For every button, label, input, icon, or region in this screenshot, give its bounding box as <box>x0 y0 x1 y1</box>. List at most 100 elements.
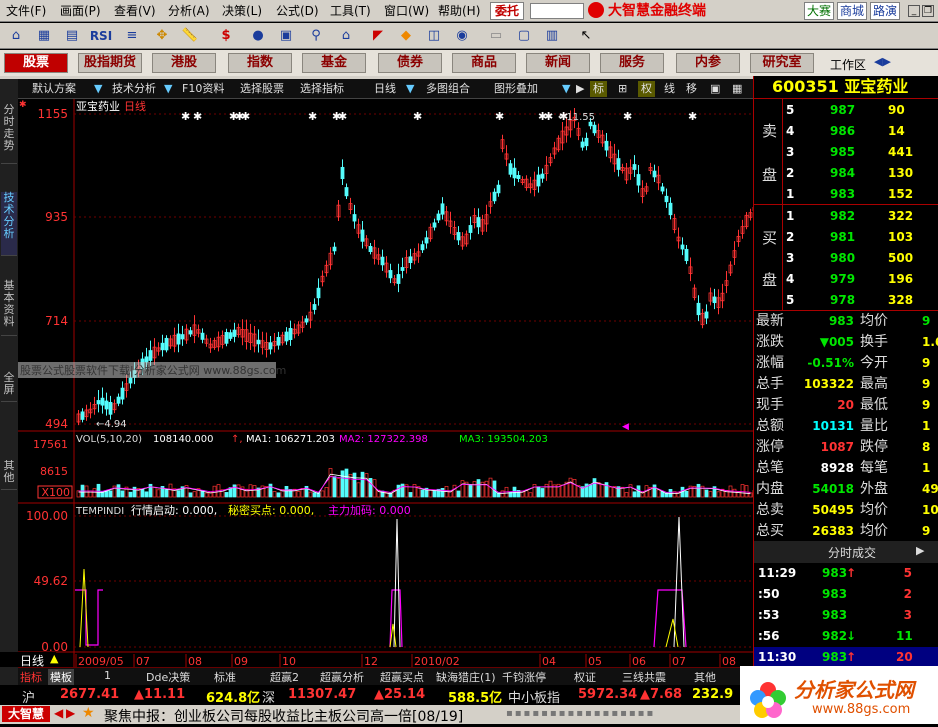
date-label: 09 <box>234 655 248 667</box>
diamond-icon[interactable]: ◆ <box>396 26 416 46</box>
binocular-icon[interactable]: ⚲ <box>306 26 326 46</box>
period-badge[interactable]: 日线 ▲ <box>0 652 58 668</box>
dropdown-icon[interactable]: ▼ <box>94 81 102 97</box>
tab-1[interactable]: 1 <box>104 669 111 682</box>
tab-roadshow[interactable]: 路演 <box>870 2 900 20</box>
menu-view-page[interactable]: 画面(P) <box>60 3 101 19</box>
indicator-icon[interactable]: ≡ <box>122 26 142 46</box>
scroll-right-icon[interactable]: ▶ <box>66 706 75 720</box>
menu-view[interactable]: 查看(V) <box>114 3 156 19</box>
side-tab-fundamentals[interactable]: 基本资料 <box>1 280 17 336</box>
nav-commodity[interactable]: 商品 <box>452 53 516 73</box>
alert-icon[interactable]: ◤ <box>368 26 388 46</box>
chart-area[interactable]: ✱ 亚宝药业 日线 1155 935 714 494 ✱ ✱ ✱✱✱ ✱ ✱✱ ✱ ✱ ✱✱ ✱… <box>18 99 753 667</box>
kline-icon[interactable]: ▤ <box>62 26 82 46</box>
window-icon[interactable]: ▢ <box>514 26 534 46</box>
traffic-icon[interactable]: ● <box>248 26 268 46</box>
nav-fund[interactable]: 基金 <box>302 53 366 73</box>
search-box[interactable] <box>530 3 584 19</box>
home-icon[interactable]: ⌂ <box>6 26 26 46</box>
globe-icon[interactable]: ◉ <box>452 26 472 46</box>
minimize-icon[interactable]: _ <box>908 5 920 17</box>
tab-contest[interactable]: 大赛 <box>804 2 834 20</box>
scheme-select[interactable]: 默认方案 <box>32 81 76 97</box>
ticks-next-icon[interactable]: ▶ <box>916 544 924 557</box>
side-tab-other[interactable]: 其他 <box>1 460 17 490</box>
intraday-icon[interactable]: ▦ <box>34 26 54 46</box>
menu-formula[interactable]: 公式(D) <box>276 3 319 19</box>
nav-news[interactable]: 新闻 <box>526 53 590 73</box>
tab-mall[interactable]: 商城 <box>837 2 867 20</box>
tool-mark[interactable]: 标 <box>590 81 607 97</box>
nav-futures[interactable]: 股指期货 <box>78 53 142 73</box>
side-tab-technical[interactable]: 技术分析 <box>1 192 17 256</box>
chart-icon[interactable]: ◫ <box>424 26 444 46</box>
tool-move[interactable]: 移 <box>686 81 697 97</box>
move-icon[interactable]: ✥ <box>152 26 172 46</box>
tab-three-line[interactable]: 三线共震 <box>622 669 666 685</box>
tick-row[interactable]: 11:30 983 ↑ 20 <box>754 647 938 668</box>
side-tabs: 分时走势 技术分析 基本资料 全屏 其他 <box>0 100 18 685</box>
scroll-left-icon[interactable]: ◀ <box>54 706 63 720</box>
news-ticker[interactable]: 聚焦中报：创业板公司每股收益比主板公司高一倍[08/19] <box>104 706 463 726</box>
tab-chaoying-buy[interactable]: 超赢买点 <box>380 669 424 685</box>
tab-chaoying-analysis[interactable]: 超赢分析 <box>320 669 364 685</box>
menu-window[interactable]: 窗口(W) <box>384 3 429 19</box>
crosshair-icon[interactable]: ⊞ <box>618 81 627 97</box>
books-icon[interactable]: ▥ <box>542 26 562 46</box>
workspace-label[interactable]: 工作区 <box>830 56 866 73</box>
tab-dde[interactable]: Dde决策 <box>146 669 190 685</box>
sell-volume: 152 <box>888 187 914 201</box>
dollar-icon[interactable]: $ <box>216 26 236 46</box>
nav-index[interactable]: 指数 <box>228 53 292 73</box>
multi-chart-button[interactable]: 多图组合 <box>426 81 470 97</box>
nav-bond[interactable]: 债券 <box>378 53 442 73</box>
nav-service[interactable]: 服务 <box>600 53 664 73</box>
rsi-icon[interactable]: RSI <box>88 26 114 46</box>
select-indicator-button[interactable]: 选择指标 <box>300 81 344 97</box>
dropdown-icon[interactable]: ▼ <box>406 81 414 97</box>
tab-hunt[interactable]: 缺海猎庄(1) <box>436 669 496 685</box>
tab-indicator[interactable]: 指标 <box>20 669 42 685</box>
tab-template[interactable]: 模板 <box>48 669 74 685</box>
menu-tools[interactable]: 工具(T) <box>330 3 371 19</box>
nav-research[interactable]: 研究室 <box>750 53 814 73</box>
period-select[interactable]: 日线 <box>374 81 396 97</box>
tab-limitup[interactable]: 千钧涨停 <box>502 669 546 685</box>
f10-button[interactable]: F10资料 <box>182 81 224 97</box>
nav-stock[interactable]: 股票 <box>4 53 68 73</box>
nav-hk[interactable]: 港股 <box>152 53 216 73</box>
window-grid-icon[interactable]: ▦ <box>732 81 742 97</box>
tech-analysis-button[interactable]: 技术分析 <box>112 81 156 97</box>
overlay-button[interactable]: 图形叠加 <box>494 81 538 97</box>
side-tab-fullscreen[interactable]: 全屏 <box>1 372 17 402</box>
stat-value: 493 <box>922 482 938 496</box>
data-icon[interactable]: ▣ <box>276 26 296 46</box>
notepad-icon[interactable]: ▭ <box>486 26 506 46</box>
help-pointer-icon[interactable]: ↖ <box>576 26 596 46</box>
select-stock-button[interactable]: 选择股票 <box>240 81 284 97</box>
play-icon[interactable]: ▶ <box>576 81 584 97</box>
dropdown-icon[interactable]: ▼ <box>164 81 172 97</box>
menu-help[interactable]: 帮助(H) <box>438 3 480 19</box>
ruler-icon[interactable]: 📏 <box>180 26 200 46</box>
tab-warrant[interactable]: 权证 <box>574 669 596 685</box>
menu-file[interactable]: 文件(F) <box>6 3 46 19</box>
workspace-nav-icon[interactable]: ◀▶ <box>874 55 891 68</box>
tab-standard[interactable]: 标准 <box>214 669 236 685</box>
menu-decision[interactable]: 决策(L) <box>222 3 262 19</box>
buy-level: 2 <box>786 227 794 248</box>
tool-line[interactable]: 线 <box>664 81 675 97</box>
dzh-logo[interactable]: 大智慧 <box>2 706 50 722</box>
entrust-button[interactable]: 委托 <box>490 2 524 20</box>
nav-insider[interactable]: 内参 <box>676 53 740 73</box>
tool-rights[interactable]: 权 <box>638 81 655 97</box>
dropdown-icon[interactable]: ▼ <box>562 81 570 97</box>
bank-icon[interactable]: ⌂ <box>336 26 356 46</box>
restore-icon[interactable]: ❐ <box>922 5 934 17</box>
menu-analysis[interactable]: 分析(A) <box>168 3 210 19</box>
tab-chaoying2[interactable]: 超赢2 <box>270 669 299 685</box>
tab-other[interactable]: 其他 <box>694 669 716 685</box>
window-tile-icon[interactable]: ▣ <box>710 81 720 97</box>
side-tab-intraday[interactable]: 分时走势 <box>1 104 17 164</box>
